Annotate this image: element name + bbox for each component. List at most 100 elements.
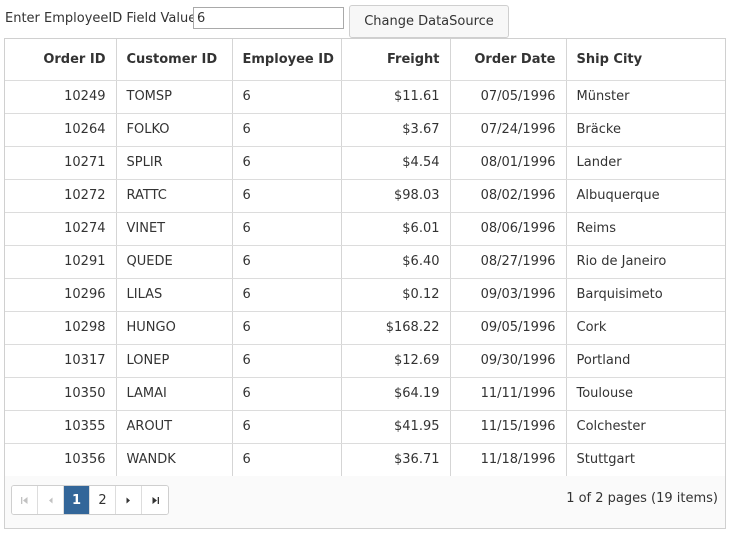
cell-customer-id: LILAS	[116, 278, 233, 312]
change-datasource-button[interactable]: Change DataSource	[349, 5, 509, 38]
cell-order-date: 09/03/1996	[450, 278, 567, 312]
table-row[interactable]: 10298 HUNGO 6 $168.22 09/05/1996 Cork	[5, 311, 725, 345]
cell-ship-city: Bräcke	[566, 113, 725, 147]
column-header-employee-id[interactable]: Employee ID	[232, 39, 342, 81]
cell-freight: $98.03	[341, 179, 451, 213]
column-header-freight[interactable]: Freight	[341, 39, 451, 81]
cell-order-id: 10274	[5, 212, 117, 246]
cell-employee-id: 6	[232, 377, 342, 411]
cell-customer-id: QUEDE	[116, 245, 233, 279]
column-header-customer-id[interactable]: Customer ID	[116, 39, 233, 81]
cell-freight: $168.22	[341, 311, 451, 345]
cell-order-id: 10298	[5, 311, 117, 345]
cell-freight: $11.61	[341, 80, 451, 114]
cell-ship-city: Colchester	[566, 410, 725, 444]
next-page-button[interactable]	[116, 486, 142, 514]
cell-order-id: 10249	[5, 80, 117, 114]
cell-order-date: 08/02/1996	[450, 179, 567, 213]
cell-order-date: 08/27/1996	[450, 245, 567, 279]
cell-ship-city: Albuquerque	[566, 179, 725, 213]
cell-order-date: 08/01/1996	[450, 146, 567, 180]
cell-freight: $64.19	[341, 377, 451, 411]
pager-info: 1 of 2 pages (19 items)	[566, 491, 718, 506]
cell-ship-city: Lander	[566, 146, 725, 180]
cell-order-id: 10356	[5, 443, 117, 477]
cell-order-id: 10271	[5, 146, 117, 180]
cell-order-id: 10350	[5, 377, 117, 411]
cell-freight: $3.67	[341, 113, 451, 147]
cell-ship-city: Cork	[566, 311, 725, 345]
cell-order-id: 10355	[5, 410, 117, 444]
cell-ship-city: Rio de Janeiro	[566, 245, 725, 279]
column-header-ship-city[interactable]: Ship City	[566, 39, 725, 81]
cell-employee-id: 6	[232, 113, 342, 147]
cell-order-id: 10317	[5, 344, 117, 378]
cell-ship-city: Münster	[566, 80, 725, 114]
cell-customer-id: LAMAI	[116, 377, 233, 411]
cell-customer-id: LONEP	[116, 344, 233, 378]
employee-id-input[interactable]	[193, 7, 344, 29]
cell-customer-id: FOLKO	[116, 113, 233, 147]
table-row[interactable]: 10350 LAMAI 6 $64.19 11/11/1996 Toulouse	[5, 377, 725, 411]
employee-id-label: Enter EmployeeID Field Value:	[5, 11, 201, 26]
cell-ship-city: Reims	[566, 212, 725, 246]
cell-ship-city: Toulouse	[566, 377, 725, 411]
cell-employee-id: 6	[232, 245, 342, 279]
table-row[interactable]: 10356 WANDK 6 $36.71 11/18/1996 Stuttgart	[5, 443, 725, 477]
cell-ship-city: Barquisimeto	[566, 278, 725, 312]
cell-customer-id: VINET	[116, 212, 233, 246]
first-page-icon	[20, 496, 29, 505]
table-row[interactable]: 10355 AROUT 6 $41.95 11/15/1996 Colchester	[5, 410, 725, 444]
page-2-button[interactable]: 2	[90, 486, 116, 514]
orders-table: Order ID Customer ID Employee ID Freight…	[5, 39, 725, 477]
table-row[interactable]: 10271 SPLIR 6 $4.54 08/01/1996 Lander	[5, 146, 725, 180]
previous-page-button[interactable]	[38, 486, 64, 514]
cell-employee-id: 6	[232, 443, 342, 477]
table-row[interactable]: 10274 VINET 6 $6.01 08/06/1996 Reims	[5, 212, 725, 246]
page-1-button[interactable]: 1	[64, 486, 90, 514]
cell-customer-id: AROUT	[116, 410, 233, 444]
cell-customer-id: WANDK	[116, 443, 233, 477]
first-page-button[interactable]	[12, 486, 38, 514]
cell-freight: $12.69	[341, 344, 451, 378]
cell-freight: $6.01	[341, 212, 451, 246]
cell-ship-city: Portland	[566, 344, 725, 378]
table-row[interactable]: 10272 RATTC 6 $98.03 08/02/1996 Albuquerque	[5, 179, 725, 213]
cell-employee-id: 6	[232, 80, 342, 114]
table-row[interactable]: 10317 LONEP 6 $12.69 09/30/1996 Portland	[5, 344, 725, 378]
cell-employee-id: 6	[232, 278, 342, 312]
pager-buttons: 1 2	[11, 485, 169, 515]
column-header-order-id[interactable]: Order ID	[5, 39, 117, 81]
cell-customer-id: RATTC	[116, 179, 233, 213]
last-page-button[interactable]	[142, 486, 168, 514]
cell-order-id: 10264	[5, 113, 117, 147]
grid-body: 10249 TOMSP 6 $11.61 07/05/1996 Münster 10264 F…	[5, 80, 725, 477]
header-row: Order ID Customer ID Employee ID Freight…	[5, 39, 725, 81]
cell-freight: $36.71	[341, 443, 451, 477]
column-header-order-date[interactable]: Order Date	[450, 39, 567, 81]
cell-employee-id: 6	[232, 410, 342, 444]
cell-employee-id: 6	[232, 146, 342, 180]
cell-order-date: 07/05/1996	[450, 80, 567, 114]
cell-employee-id: 6	[232, 212, 342, 246]
cell-order-date: 11/11/1996	[450, 377, 567, 411]
table-row[interactable]: 10249 TOMSP 6 $11.61 07/05/1996 Münster	[5, 80, 725, 114]
last-page-icon	[151, 496, 160, 505]
cell-order-id: 10291	[5, 245, 117, 279]
cell-order-date: 11/18/1996	[450, 443, 567, 477]
cell-order-date: 11/15/1996	[450, 410, 567, 444]
cell-order-id: 10296	[5, 278, 117, 312]
cell-freight: $0.12	[341, 278, 451, 312]
table-row[interactable]: 10264 FOLKO 6 $3.67 07/24/1996 Bräcke	[5, 113, 725, 147]
cell-ship-city: Stuttgart	[566, 443, 725, 477]
cell-order-date: 07/24/1996	[450, 113, 567, 147]
cell-employee-id: 6	[232, 311, 342, 345]
cell-customer-id: TOMSP	[116, 80, 233, 114]
cell-order-date: 09/05/1996	[450, 311, 567, 345]
cell-order-id: 10272	[5, 179, 117, 213]
cell-order-date: 09/30/1996	[450, 344, 567, 378]
table-row[interactable]: 10296 LILAS 6 $0.12 09/03/1996 Barquisimeto	[5, 278, 725, 312]
pager: 1 2 1 of 2 pages (19 items)	[5, 476, 725, 528]
cell-employee-id: 6	[232, 179, 342, 213]
table-row[interactable]: 10291 QUEDE 6 $6.40 08/27/1996 Rio de Janeiro	[5, 245, 725, 279]
